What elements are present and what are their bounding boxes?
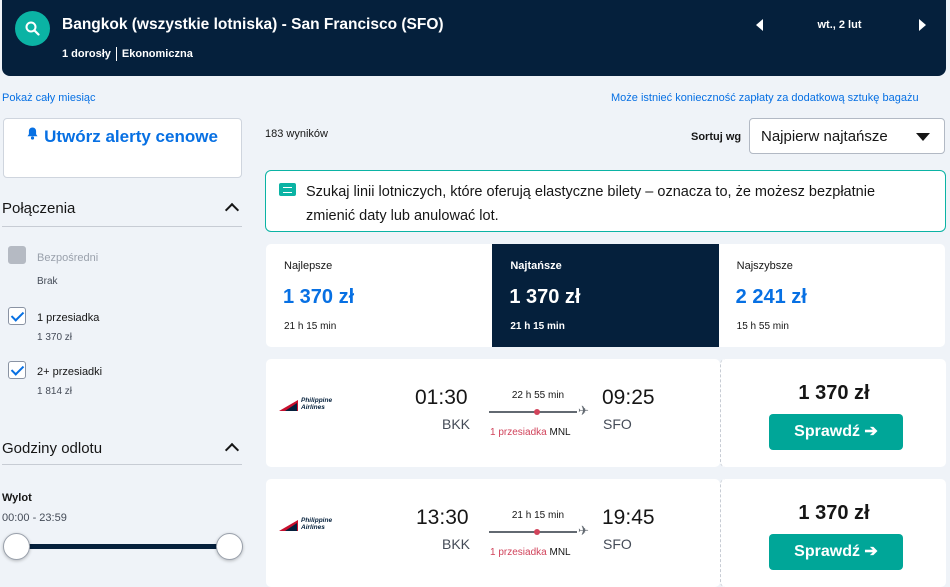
departure-airport: BKK <box>442 536 471 552</box>
flight-price: 1 370 zł <box>798 382 870 404</box>
results-count: 183 wyników <box>265 128 328 140</box>
next-date-icon[interactable] <box>914 16 930 34</box>
sort-dropdown[interactable]: Najpierw najtańsze <box>749 118 945 154</box>
divider <box>2 226 242 227</box>
stop-airport: MNL <box>549 547 571 558</box>
airline-name: Philippine Airlines <box>301 517 333 531</box>
divider <box>2 464 242 465</box>
previous-date-icon[interactable] <box>752 16 768 34</box>
stops-count: 1 przesiadka <box>490 427 547 438</box>
sort-label: Sortuj wg <box>691 131 742 143</box>
sort-tabs: Najlepsze 1 370 zł 21 h 15 min Najtańsze… <box>266 244 945 347</box>
flight-details[interactable]: Philippine Airlines 13:30 BKK 21 h 15 mi… <box>266 479 720 587</box>
departure-range: 00:00 - 23:59 <box>2 512 67 524</box>
slider-start-handle[interactable] <box>3 533 30 560</box>
check-button[interactable]: Sprawdź ➔ <box>769 414 903 450</box>
flight-duration: 22 h 55 min <box>511 390 565 401</box>
arrival-airport: SFO <box>603 416 632 432</box>
plane-icon: ✈ <box>578 403 589 418</box>
price-panel: 1 370 zł Sprawdź ➔ <box>720 479 946 587</box>
arrival-time: 09:25 <box>602 386 655 409</box>
tab-price: 2 241 zł <box>735 286 807 308</box>
two-plus-stops-label[interactable]: 2+ przesiadki <box>37 366 102 378</box>
ticket-icon <box>279 183 296 196</box>
price-panel: 1 370 zł Sprawdź ➔ <box>720 359 946 467</box>
one-stop-label[interactable]: 1 przesiadka <box>37 312 99 324</box>
airline-logo: Philippine Airlines <box>279 517 339 535</box>
search-icon[interactable] <box>15 11 50 46</box>
departure-label: Wylot <box>2 492 32 504</box>
connections-title: Połączenia <box>2 200 76 217</box>
banner-text: Szukaj linii lotniczych, które oferują e… <box>306 184 876 224</box>
flight-price: 1 370 zł <box>798 502 870 524</box>
tab-price: 1 370 zł <box>509 286 581 308</box>
caret-down-icon <box>916 133 930 141</box>
one-stop-checkbox[interactable] <box>8 307 26 325</box>
baggage-info-link[interactable]: Może istnieć konieczność zapłaty za doda… <box>611 92 919 104</box>
arrival-time: 19:45 <box>602 506 655 529</box>
route-title[interactable]: Bangkok (wszystkie lotniska) - San Franc… <box>62 16 444 34</box>
arrow-right-icon: ➔ <box>864 423 878 440</box>
two-plus-stops-checkbox[interactable] <box>8 361 26 379</box>
tab-duration: 15 h 55 min <box>736 321 789 332</box>
departure-airport: BKK <box>442 416 471 432</box>
tab-cheapest[interactable]: Najtańsze 1 370 zł 21 h 15 min <box>492 244 719 347</box>
tab-price: 1 370 zł <box>283 286 355 308</box>
slider-end-handle[interactable] <box>216 533 243 560</box>
arrival-airport: SFO <box>603 536 632 552</box>
departure-time: 13:30 <box>416 506 469 529</box>
route-line <box>489 411 577 413</box>
flight-details[interactable]: Philippine Airlines 01:30 BKK 22 h 55 mi… <box>266 359 720 467</box>
flight-card[interactable]: Philippine Airlines 01:30 BKK 22 h 55 mi… <box>266 359 946 467</box>
tab-best[interactable]: Najlepsze 1 370 zł 21 h 15 min <box>266 244 492 347</box>
chevron-up-icon[interactable] <box>224 442 240 458</box>
tab-name: Najtańsze <box>510 260 562 272</box>
flight-card[interactable]: Philippine Airlines 13:30 BKK 21 h 15 mi… <box>266 479 946 587</box>
passengers-label: 1 dorosły <box>62 48 111 60</box>
stop-dot <box>534 409 540 415</box>
direct-label: Bezpośredni <box>37 252 99 264</box>
tab-name: Najlepsze <box>284 260 333 272</box>
tab-duration: 21 h 15 min <box>510 321 565 332</box>
direct-checkbox <box>8 246 26 264</box>
one-stop-price: 1 370 zł <box>37 332 73 343</box>
flexible-tickets-banner: Szukaj linii lotniczych, które oferują e… <box>265 170 946 232</box>
direct-price: Brak <box>37 276 58 287</box>
stops-count: 1 przesiadka <box>490 547 547 558</box>
check-button-label: Sprawdź <box>794 543 860 560</box>
departure-time: 01:30 <box>415 386 468 409</box>
plane-icon: ✈ <box>578 523 589 538</box>
departure-times-title: Godziny odlotu <box>2 440 103 457</box>
airline-logo: Philippine Airlines <box>279 397 339 415</box>
stops-info: 1 przesiadka MNL <box>490 547 571 558</box>
divider <box>115 47 117 61</box>
arrow-right-icon: ➔ <box>864 543 878 560</box>
departure-slider-track[interactable] <box>12 544 230 549</box>
bell-icon <box>27 123 38 140</box>
tab-fastest[interactable]: Najszybsze 2 241 zł 15 h 55 min <box>719 244 945 347</box>
sort-value: Najpierw najtańsze <box>761 128 888 145</box>
search-details: 1 dorosły Ekonomiczna <box>62 47 193 61</box>
chevron-up-icon[interactable] <box>224 202 240 218</box>
search-header: Bangkok (wszystkie lotniska) - San Franc… <box>2 0 946 76</box>
route-line <box>489 531 577 533</box>
tab-duration: 21 h 15 min <box>284 321 337 332</box>
flight-duration: 21 h 15 min <box>511 510 565 521</box>
two-plus-stops-price: 1 814 zł <box>37 386 73 397</box>
tab-name: Najszybsze <box>736 260 793 272</box>
alert-label: Utwórz alerty cenowe <box>44 127 218 146</box>
date-label[interactable]: wt., 2 lut <box>792 19 887 31</box>
cabin-label: Ekonomiczna <box>121 48 193 60</box>
check-button-label: Sprawdź <box>794 423 860 440</box>
check-button[interactable]: Sprawdź ➔ <box>769 534 903 570</box>
show-month-link[interactable]: Pokaż cały miesiąc <box>2 92 96 104</box>
create-price-alert-button[interactable]: Utwórz alerty cenowe <box>3 118 242 178</box>
stops-info: 1 przesiadka MNL <box>490 427 571 438</box>
stop-dot <box>534 529 540 535</box>
stop-airport: MNL <box>549 427 571 438</box>
airline-name: Philippine Airlines <box>301 397 333 411</box>
